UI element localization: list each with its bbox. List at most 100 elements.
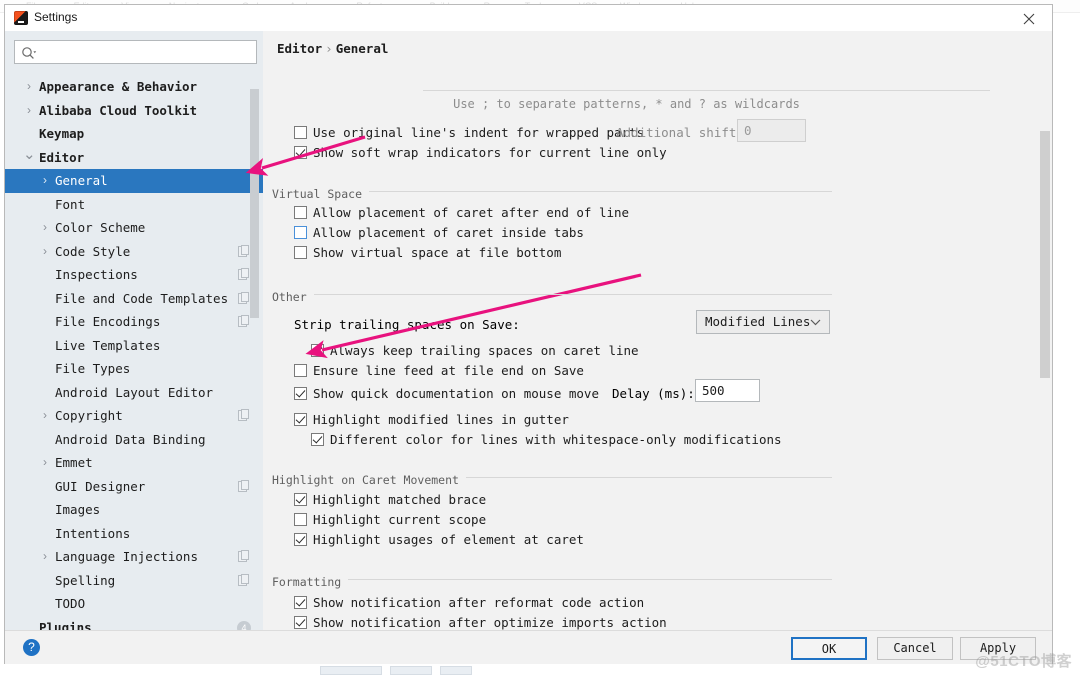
copy-settings-icon[interactable] <box>238 315 249 327</box>
checkbox-notify-optimize-imports[interactable] <box>294 616 307 629</box>
title-bar: Settings <box>5 5 1052 31</box>
option-highlight-usages[interactable]: Highlight usages of element at caret <box>294 531 584 549</box>
ok-button[interactable]: OK <box>791 637 867 660</box>
chevron-right-icon[interactable]: › <box>39 451 51 475</box>
chevron-down-icon <box>810 319 821 326</box>
sidebar-item-alibaba-cloud-toolkit[interactable]: › Alibaba Cloud Toolkit <box>5 99 263 123</box>
sidebar-item-color-scheme[interactable]: › Color Scheme <box>5 216 263 240</box>
checkbox-highlight-current-scope[interactable] <box>294 513 307 526</box>
option-show-soft-wrap-indicators[interactable]: Show soft wrap indicators for current li… <box>294 144 667 162</box>
sidebar-item-intentions[interactable]: Intentions <box>5 522 263 546</box>
option-label: Different color for lines with whitespac… <box>330 432 782 447</box>
chevron-right-icon[interactable]: › <box>39 404 51 428</box>
cancel-button[interactable]: Cancel <box>877 637 953 660</box>
sidebar-item-images[interactable]: Images <box>5 498 263 522</box>
settings-window: Settings › Appearance & Behavior › Alibaba … <box>4 4 1053 664</box>
checkbox-ensure-line-feed[interactable] <box>294 364 307 377</box>
sidebar-item-gui-designer[interactable]: GUI Designer <box>5 475 263 499</box>
copy-settings-icon[interactable] <box>238 244 249 257</box>
section-other: Other <box>272 286 832 304</box>
option-notify-optimize-imports[interactable]: Show notification after optimize imports… <box>294 614 667 630</box>
section-highlight-caret-movement: Highlight on Caret Movement <box>272 469 832 487</box>
checkbox-highlight-modified-lines[interactable] <box>294 413 307 426</box>
copy-settings-icon[interactable] <box>238 268 249 280</box>
option-virtual-space-file-bottom[interactable]: Show virtual space at file bottom <box>294 244 561 262</box>
breadcrumb-separator: › <box>325 41 333 56</box>
checkbox-caret-after-end-of-line[interactable] <box>294 206 307 219</box>
wildcard-hint: Use ; to separate patterns, * and ? as w… <box>453 97 800 111</box>
option-highlight-current-scope[interactable]: Highlight current scope <box>294 511 486 529</box>
checkbox-always-keep-trailing-spaces[interactable] <box>311 344 324 357</box>
sidebar-item-font[interactable]: Font <box>5 193 263 217</box>
sidebar-item-copyright[interactable]: › Copyright <box>5 404 263 428</box>
strip-trailing-spaces-dropdown[interactable]: Modified Lines <box>696 310 830 334</box>
copy-settings-icon[interactable] <box>238 550 249 562</box>
sidebar-item-label: Android Data Binding <box>55 431 206 447</box>
option-highlight-matched-brace[interactable]: Highlight matched brace <box>294 491 486 509</box>
sidebar-item-appearance-behavior[interactable]: › Appearance & Behavior <box>5 75 263 99</box>
option-different-color-whitespace[interactable]: Different color for lines with whitespac… <box>311 431 782 449</box>
option-always-keep-trailing-spaces[interactable]: Always keep trailing spaces on caret lin… <box>311 342 639 360</box>
sidebar-item-live-templates[interactable]: Live Templates <box>5 334 263 358</box>
content-scrollbar-thumb[interactable] <box>1040 131 1050 378</box>
copy-settings-icon[interactable] <box>238 573 249 586</box>
chevron-right-icon[interactable]: › <box>39 240 51 264</box>
chevron-right-icon[interactable]: › <box>23 75 35 99</box>
chevron-right-icon[interactable]: › <box>39 216 51 240</box>
sidebar-item-label: Images <box>55 502 101 517</box>
option-use-original-indent[interactable]: Use original line's indent for wrapped p… <box>294 124 644 142</box>
option-highlight-modified-lines[interactable]: Highlight modified lines in gutter <box>294 411 569 429</box>
copy-settings-icon[interactable] <box>238 409 249 421</box>
sidebar-item-spelling[interactable]: Spelling <box>5 569 263 593</box>
sidebar-item-editor[interactable]: ⌄ Editor <box>5 146 263 170</box>
checkbox-use-original-indent[interactable] <box>294 126 307 139</box>
chevron-right-icon[interactable]: › <box>23 99 35 123</box>
sidebar-item-android-data-binding[interactable]: Android Data Binding <box>5 428 263 452</box>
dropdown-value: Modified Lines <box>705 314 811 329</box>
delay-input[interactable]: 500 <box>695 379 760 402</box>
checkbox-caret-inside-tabs[interactable] <box>294 226 307 239</box>
copy-settings-icon[interactable] <box>238 479 249 492</box>
help-icon[interactable]: ? <box>23 639 40 656</box>
chevron-right-icon[interactable]: › <box>39 545 51 569</box>
sidebar-item-file-encodings[interactable]: File Encodings <box>5 310 263 334</box>
sidebar-item-label: General <box>55 173 108 188</box>
checkbox-highlight-usages[interactable] <box>294 533 307 546</box>
checkbox-highlight-matched-brace[interactable] <box>294 493 307 506</box>
sidebar-item-emmet[interactable]: › Emmet <box>5 451 263 475</box>
option-notify-reformat-code[interactable]: Show notification after reformat code ac… <box>294 594 644 612</box>
search-input[interactable] <box>43 41 257 65</box>
checkbox-show-soft-wrap-indicators[interactable] <box>294 146 307 159</box>
sidebar-item-label: Editor <box>39 149 85 165</box>
sidebar-item-label: Appearance & Behavior <box>39 79 198 94</box>
sidebar-item-plugins[interactable]: Plugins 4 <box>5 616 263 630</box>
option-label: Highlight modified lines in gutter <box>313 412 569 427</box>
option-caret-inside-tabs[interactable]: Allow placement of caret inside tabs <box>294 224 584 242</box>
option-caret-after-end-of-line[interactable]: Allow placement of caret after end of li… <box>294 204 629 222</box>
checkbox-notify-reformat-code[interactable] <box>294 596 307 609</box>
sidebar-item-android-layout-editor[interactable]: Android Layout Editor <box>5 381 263 405</box>
checkbox-show-quick-documentation[interactable] <box>294 387 307 400</box>
breadcrumb-root: Editor <box>277 41 323 56</box>
close-icon[interactable] <box>1007 5 1052 31</box>
sidebar-item-todo[interactable]: TODO <box>5 592 263 616</box>
option-ensure-line-feed[interactable]: Ensure line feed at file end on Save <box>294 362 584 380</box>
section-title: Highlight on Caret Movement <box>272 473 466 487</box>
checkbox-virtual-space-file-bottom[interactable] <box>294 246 307 259</box>
option-show-quick-documentation[interactable]: Show quick documentation on mouse move <box>294 385 599 403</box>
search-box[interactable] <box>14 40 257 65</box>
sidebar-scrollbar-thumb[interactable] <box>250 89 259 318</box>
sidebar-item-language-injections[interactable]: › Language Injections <box>5 545 263 569</box>
sidebar-item-file-types[interactable]: File Types <box>5 357 263 381</box>
sidebar-item-file-and-code-templates[interactable]: File and Code Templates <box>5 287 263 311</box>
delay-label: Delay (ms): <box>612 386 695 401</box>
sidebar-item-keymap[interactable]: Keymap <box>5 122 263 146</box>
chevron-down-icon[interactable]: ⌄ <box>23 146 36 164</box>
sidebar-item-general[interactable]: › General <box>5 169 263 193</box>
copy-settings-icon[interactable] <box>238 291 249 304</box>
sidebar-item-code-style[interactable]: › Code Style <box>5 240 263 264</box>
checkbox-different-color-whitespace[interactable] <box>311 433 324 446</box>
additional-shift-input[interactable]: 0 <box>737 119 806 142</box>
sidebar-item-inspections[interactable]: Inspections <box>5 263 263 287</box>
chevron-right-icon[interactable]: › <box>39 169 51 193</box>
